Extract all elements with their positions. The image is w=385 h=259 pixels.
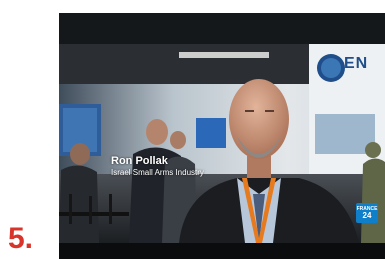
letterbox-top: [59, 13, 385, 44]
speaker-name: Ron Pollak: [111, 155, 168, 167]
france24-logo-icon: FRANCE 24: [356, 203, 378, 223]
booth-sign: EN: [344, 55, 369, 72]
speaker-title: Israel Small Arms Industry: [111, 168, 204, 177]
list-number: 5.: [8, 222, 34, 255]
lower-third-caption: Ron Pollak Israel Small Arms Industry: [111, 155, 204, 178]
channel-logo-number: 24: [362, 211, 372, 220]
letterbox-bottom: [59, 243, 385, 259]
video-frame[interactable]: EN Ron Pollak Israel Small Arms Industry…: [59, 13, 385, 259]
video-scene: [59, 44, 385, 243]
